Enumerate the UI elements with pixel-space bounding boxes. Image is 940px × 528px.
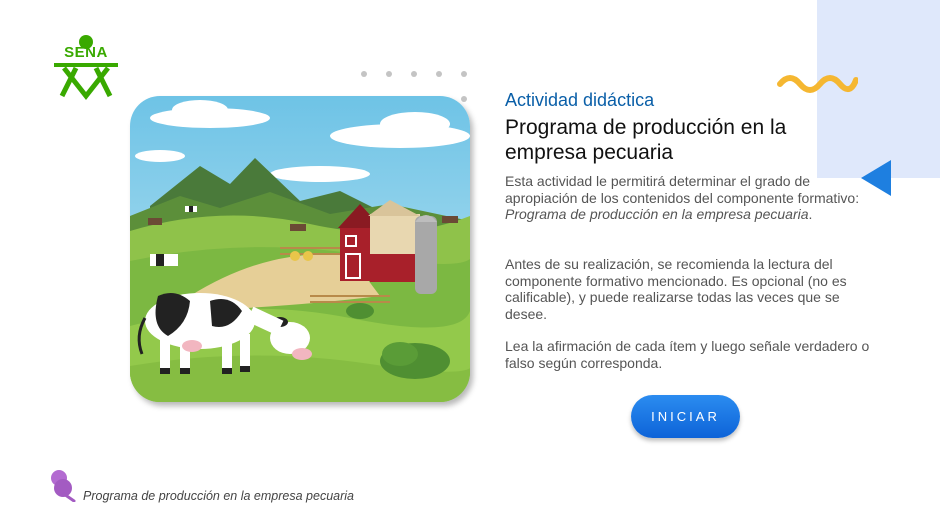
sena-logo-icon [54, 35, 118, 101]
activity-subtitle: Actividad didáctica [505, 90, 655, 110]
page-title: Programa de producción en la empresa pec… [505, 116, 787, 164]
instructions-paragraph: Lea la afirmación de cada ítem y luego s… [505, 338, 870, 371]
intro-paragraph: Esta actividad le permitirá determinar e… [505, 173, 875, 223]
footer-title: Programa de producción en la empresa pec… [83, 489, 354, 503]
wave-decoration-icon [777, 75, 858, 93]
farm-illustration [130, 96, 470, 402]
logo-text: SENA [64, 44, 108, 61]
intro-text-end: . [808, 206, 813, 222]
start-button[interactable]: INICIAR [631, 395, 740, 438]
pushpin-icon [51, 470, 76, 502]
sena-logo: SENA [48, 32, 124, 102]
recommendation-paragraph: Antes de su realización, se recomienda l… [505, 256, 847, 322]
intro-course-name: Programa de producción en la empresa pec… [505, 206, 809, 222]
intro-text: Esta actividad le permitirá determinar e… [505, 173, 860, 206]
